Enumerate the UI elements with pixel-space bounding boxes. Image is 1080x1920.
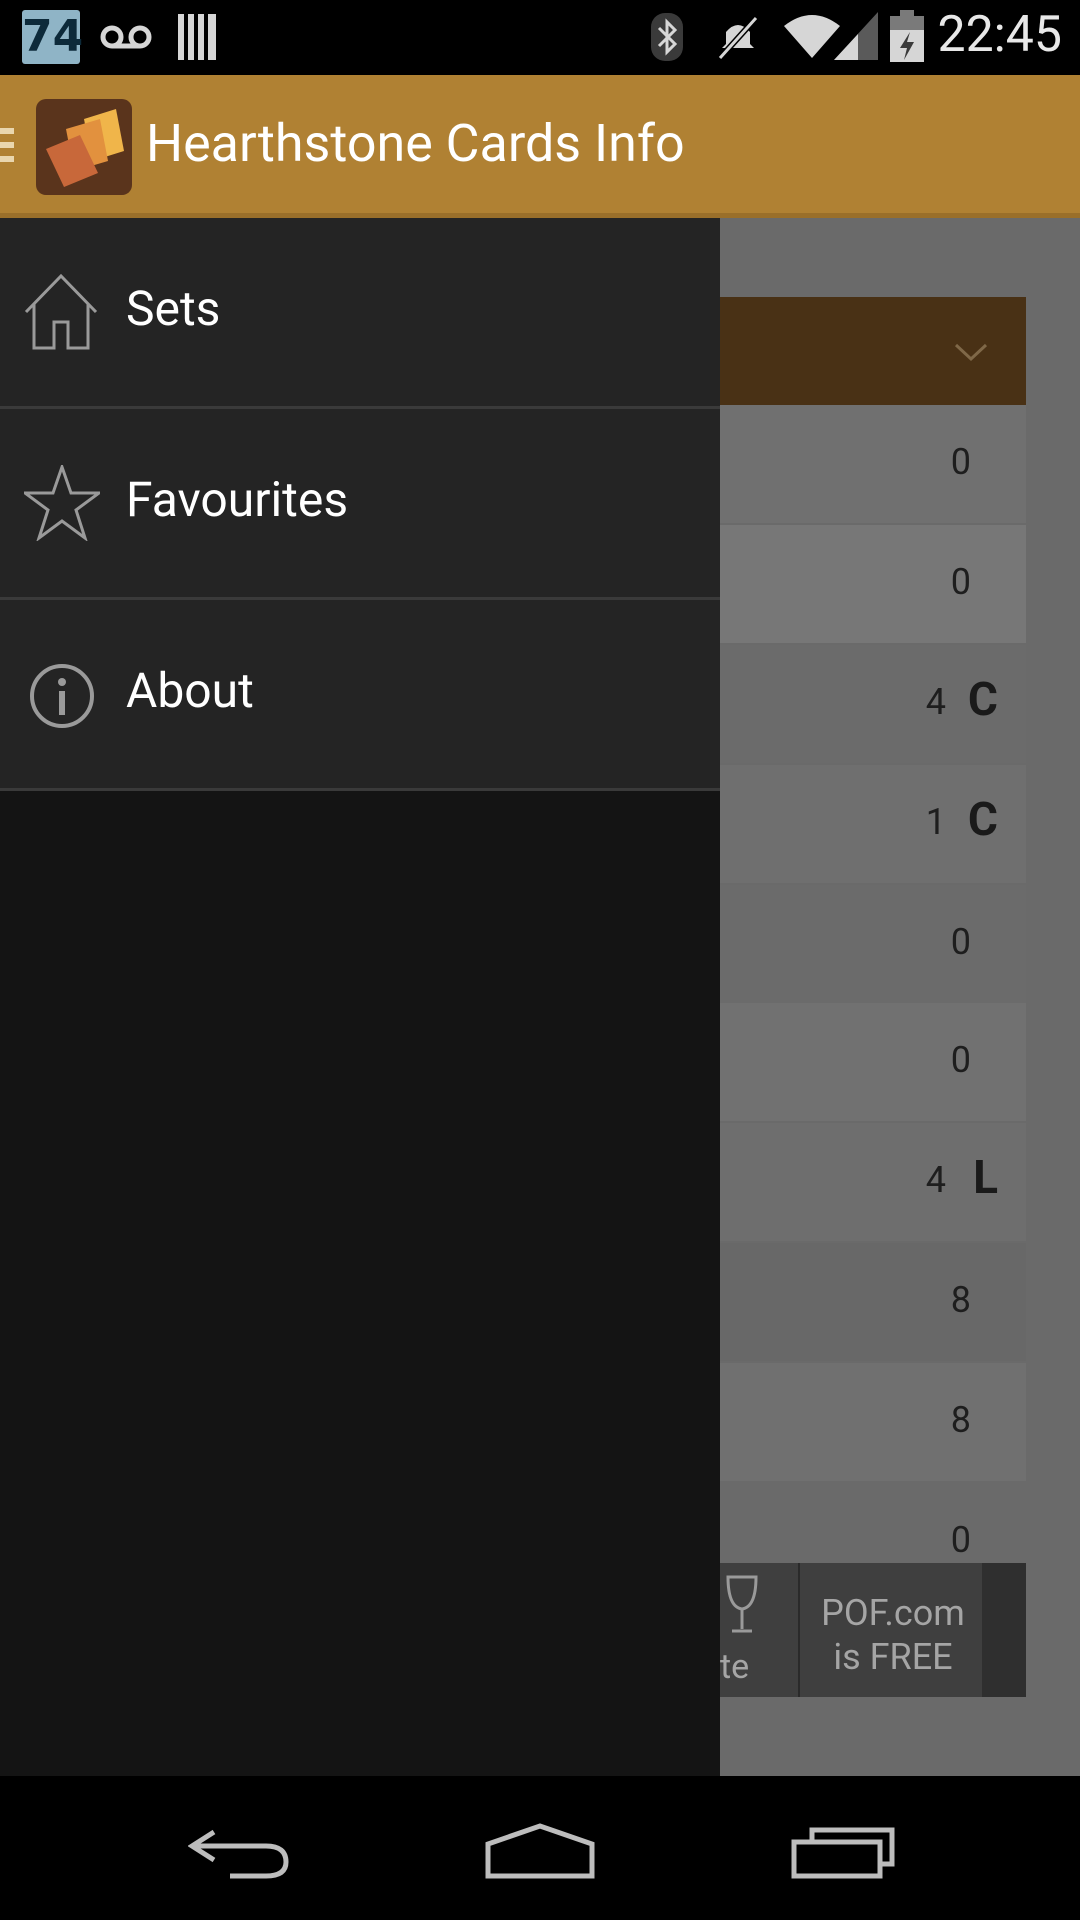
list-item: 8 <box>720 1243 1026 1361</box>
drawer-indicator-icon[interactable] <box>0 128 14 170</box>
wine-glass-icon <box>726 1575 758 1633</box>
info-icon <box>30 664 94 728</box>
navigation-bar <box>0 1776 1080 1920</box>
list-item: 0 <box>720 1483 1026 1563</box>
drawer-item-about[interactable]: About <box>0 600 720 791</box>
chevron-down-icon <box>954 343 988 362</box>
recent-apps-icon[interactable] <box>790 1826 896 1880</box>
ad-text: POF.com is FREE <box>821 1592 965 1678</box>
list-item: 1 C <box>720 765 1026 883</box>
signal-icon <box>834 12 878 60</box>
list-item: 4 C <box>720 645 1026 763</box>
navigation-drawer: Sets Favourites About <box>0 218 720 1776</box>
list-item: 0 <box>720 1003 1026 1121</box>
list-item: 0 <box>720 525 1026 643</box>
bluetooth-icon <box>651 13 683 61</box>
dimmed-dropdown <box>720 297 1026 405</box>
list-item: 4 L <box>720 1123 1026 1241</box>
star-icon <box>24 465 100 541</box>
barcode-icon <box>178 14 216 60</box>
clock: 22:45 <box>937 6 1062 64</box>
drawer-item-label: Favourites <box>126 471 349 528</box>
drawer-item-favourites[interactable]: Favourites <box>0 409 720 600</box>
voicemail-icon <box>100 25 152 49</box>
home-icon <box>24 274 98 350</box>
list-item: 0 <box>720 405 1026 523</box>
drawer-item-label: About <box>126 662 254 719</box>
wifi-icon <box>784 15 840 58</box>
status-bar: 74 22:45 <box>0 0 1080 75</box>
drawer-item-sets[interactable]: Sets <box>0 218 720 409</box>
list-item: 0 <box>720 885 1026 1003</box>
action-bar: Hearthstone Cards Info <box>0 75 1080 218</box>
ad-fragment: te <box>720 1647 750 1687</box>
drawer-item-label: Sets <box>126 280 221 337</box>
list-item: 8 <box>720 1363 1026 1481</box>
battery-icon <box>890 10 924 62</box>
home-button-icon[interactable] <box>484 1822 596 1880</box>
notification-badge: 74 <box>22 10 84 64</box>
back-icon[interactable] <box>188 1824 292 1880</box>
app-logo[interactable] <box>36 99 132 195</box>
mute-icon <box>717 15 759 60</box>
app-title: Hearthstone Cards Info <box>146 113 685 174</box>
ad-banner: te POF.com is FREE <box>720 1563 1026 1697</box>
